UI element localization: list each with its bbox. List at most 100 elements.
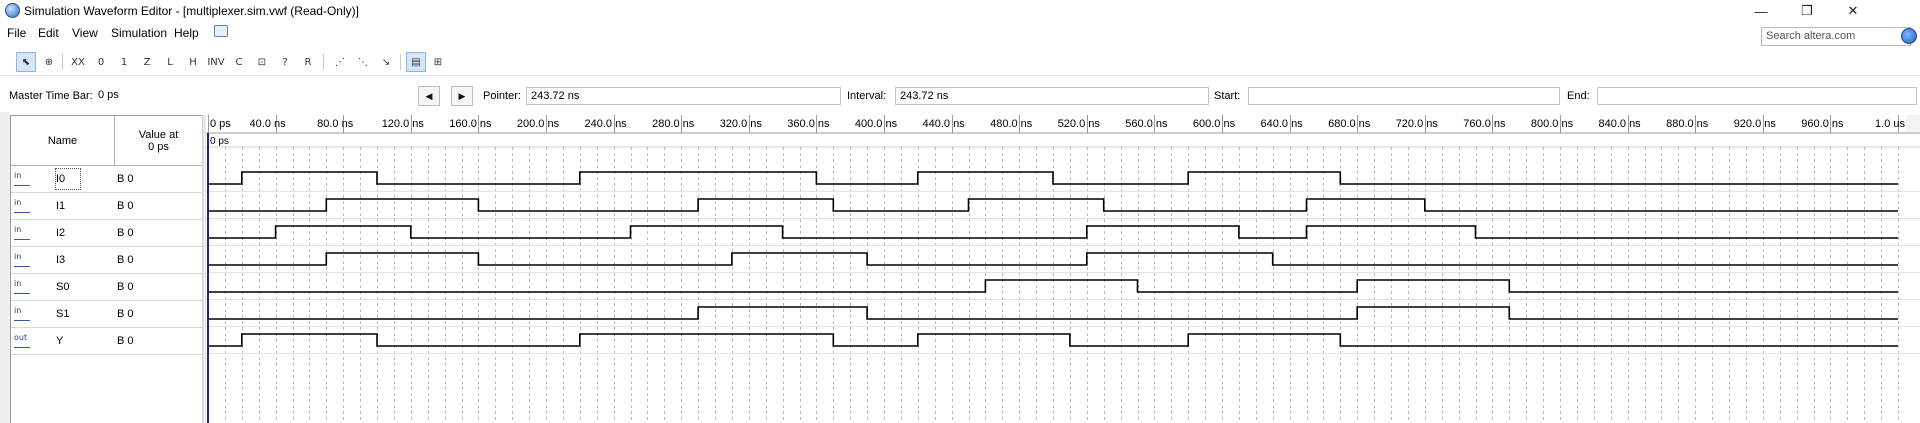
arbitrary-value-icon[interactable]: ?	[275, 52, 295, 72]
waveform-editor: Name Value at 0 ps in I0 B 0 in I1 B 0 in I2 B 0…	[0, 112, 1920, 423]
master-time-bar-field[interactable]: 0 ps	[94, 87, 408, 105]
master-cursor-label: 0 ps	[210, 136, 229, 147]
signal-name[interactable]: I3	[56, 254, 65, 266]
start-field[interactable]	[1248, 87, 1560, 105]
pin-direction-label: in	[14, 225, 22, 234]
pin-line	[14, 236, 30, 240]
menu-simulation[interactable]: Simulation	[111, 26, 167, 40]
pointer-field[interactable]: 243.72 ns	[526, 87, 841, 105]
input-pin-icon: in	[12, 306, 34, 323]
time-tick-label: 240.0 ns	[584, 118, 627, 130]
grid-settings-icon[interactable]: ▤	[406, 52, 426, 72]
signal-row[interactable]: in I1 B 0	[11, 193, 203, 220]
search-input[interactable]: Search altera.com	[1761, 27, 1911, 46]
previous-transition-button[interactable]: ◀	[418, 86, 440, 106]
input-pin-icon: in	[12, 225, 34, 242]
weak-high-icon[interactable]: H	[183, 52, 203, 72]
scroll-right-arrow[interactable]	[1906, 115, 1920, 132]
time-tick-label: 840.0 ns	[1598, 118, 1641, 130]
node-finder-icon[interactable]: ⋰	[330, 52, 350, 72]
toolbar: ⬉ ⊕ XX 0 1 Z L H INV C ⊡ ? R ⋰ ⋱ ↘ ▤ ⊞	[0, 48, 1920, 76]
signal-row[interactable]: in I0 B 0	[11, 166, 203, 193]
input-pin-icon: in	[12, 279, 34, 296]
time-tick-label: 440.0 ns	[922, 118, 965, 130]
signal-value: B 0	[117, 308, 134, 320]
name-column-header[interactable]: Name	[11, 116, 115, 166]
waveform-panel[interactable]: 0 ps 40.0 ns 80.0 ns 120.0 ns 160.0 ns 200.0 …	[206, 115, 1920, 423]
signal-row[interactable]: in I3 B 0	[11, 247, 203, 274]
insert-node-icon[interactable]: ⋱	[353, 52, 373, 72]
menu-bar: File Edit View Simulation Help	[0, 22, 1920, 44]
time-tick-label: 400.0 ns	[855, 118, 898, 130]
output-pin-icon: out	[12, 333, 34, 350]
minimize-button[interactable]: —	[1738, 0, 1784, 22]
time-tick-label: 40.0 ns	[250, 118, 287, 130]
clock-value-icon[interactable]: ⊡	[252, 52, 272, 72]
interval-label: Interval:	[847, 90, 887, 102]
toolbar-separator	[400, 54, 401, 70]
interval-field[interactable]: 243.72 ns	[895, 87, 1209, 105]
random-value-icon[interactable]: R	[298, 52, 318, 72]
pin-line	[14, 263, 30, 267]
forcing-unknown-icon[interactable]: XX	[68, 52, 88, 72]
waveform-canvas[interactable]: 0 ps 40.0 ns 80.0 ns 120.0 ns 160.0 ns 200.0 …	[206, 115, 1920, 423]
signal-value: B 0	[117, 281, 134, 293]
invert-icon[interactable]: INV	[206, 52, 226, 72]
pin-direction-label: in	[14, 171, 22, 180]
maximize-button[interactable]: ❐	[1784, 0, 1830, 22]
forcing-low-icon[interactable]: 0	[91, 52, 111, 72]
signal-name[interactable]: Y	[56, 335, 63, 347]
end-field[interactable]	[1597, 87, 1917, 105]
delete-node-icon[interactable]: ↘	[376, 52, 396, 72]
signal-row[interactable]: in I2 B 0	[11, 220, 203, 247]
weak-low-icon[interactable]: L	[160, 52, 180, 72]
name-focus-outline	[55, 168, 81, 190]
menu-file[interactable]: File	[7, 26, 26, 40]
time-tick-label: 280.0 ns	[652, 118, 695, 130]
menu-edit[interactable]: Edit	[38, 26, 59, 40]
globe-icon[interactable]	[1901, 28, 1917, 44]
time-tick-label: 960.0 ns	[1801, 118, 1844, 130]
end-label: End:	[1567, 90, 1590, 102]
count-value-icon[interactable]: C	[229, 52, 249, 72]
signal-value: B 0	[117, 200, 134, 212]
high-impedance-icon[interactable]: Z	[137, 52, 157, 72]
pin-line	[14, 182, 30, 186]
signal-row[interactable]: in S0 B 0	[11, 274, 203, 301]
value-header-line1: Value at	[138, 128, 179, 141]
close-button[interactable]: ✕	[1830, 0, 1876, 22]
toolbar-separator	[62, 54, 63, 70]
input-pin-icon: in	[12, 252, 34, 269]
selection-tool-icon[interactable]: ⬉	[16, 52, 36, 72]
signal-name[interactable]: I1	[56, 200, 65, 212]
next-transition-button[interactable]: ▶	[451, 86, 473, 106]
signal-name[interactable]: S1	[56, 308, 69, 320]
time-tick-label: 360.0 ns	[787, 118, 830, 130]
signal-name[interactable]: S0	[56, 281, 69, 293]
zoom-tool-icon[interactable]: ⊕	[39, 52, 59, 72]
title-bar: Simulation Waveform Editor - [multiplexe…	[0, 0, 1920, 22]
time-tick-label: 0 ps	[210, 118, 231, 130]
time-tick-label: 1.0 us	[1875, 118, 1905, 130]
value-column-header[interactable]: Value at 0 ps	[115, 116, 203, 166]
menu-view[interactable]: View	[72, 26, 98, 40]
pin-direction-label: in	[14, 198, 22, 207]
pin-direction-label: out	[14, 333, 28, 342]
signal-value: B 0	[117, 335, 134, 347]
signal-row[interactable]: out Y B 0	[11, 328, 203, 355]
value-header-line2: 0 ps	[148, 140, 169, 153]
time-tick-label: 80.0 ns	[317, 118, 354, 130]
window-title: Simulation Waveform Editor - [multiplexe…	[24, 4, 359, 18]
signal-name[interactable]: I2	[56, 227, 65, 239]
left-margin	[0, 112, 10, 423]
time-tick-label: 640.0 ns	[1260, 118, 1303, 130]
forcing-high-icon[interactable]: 1	[114, 52, 134, 72]
pin-direction-label: in	[14, 306, 22, 315]
group-icon[interactable]: ⊞	[428, 52, 448, 72]
feedback-icon[interactable]	[214, 25, 228, 37]
signal-row[interactable]: in S1 B 0	[11, 301, 203, 328]
app-icon	[5, 3, 20, 18]
time-tick-label: 600.0 ns	[1193, 118, 1236, 130]
menu-help[interactable]: Help	[174, 26, 199, 40]
signal-value: B 0	[117, 227, 134, 239]
